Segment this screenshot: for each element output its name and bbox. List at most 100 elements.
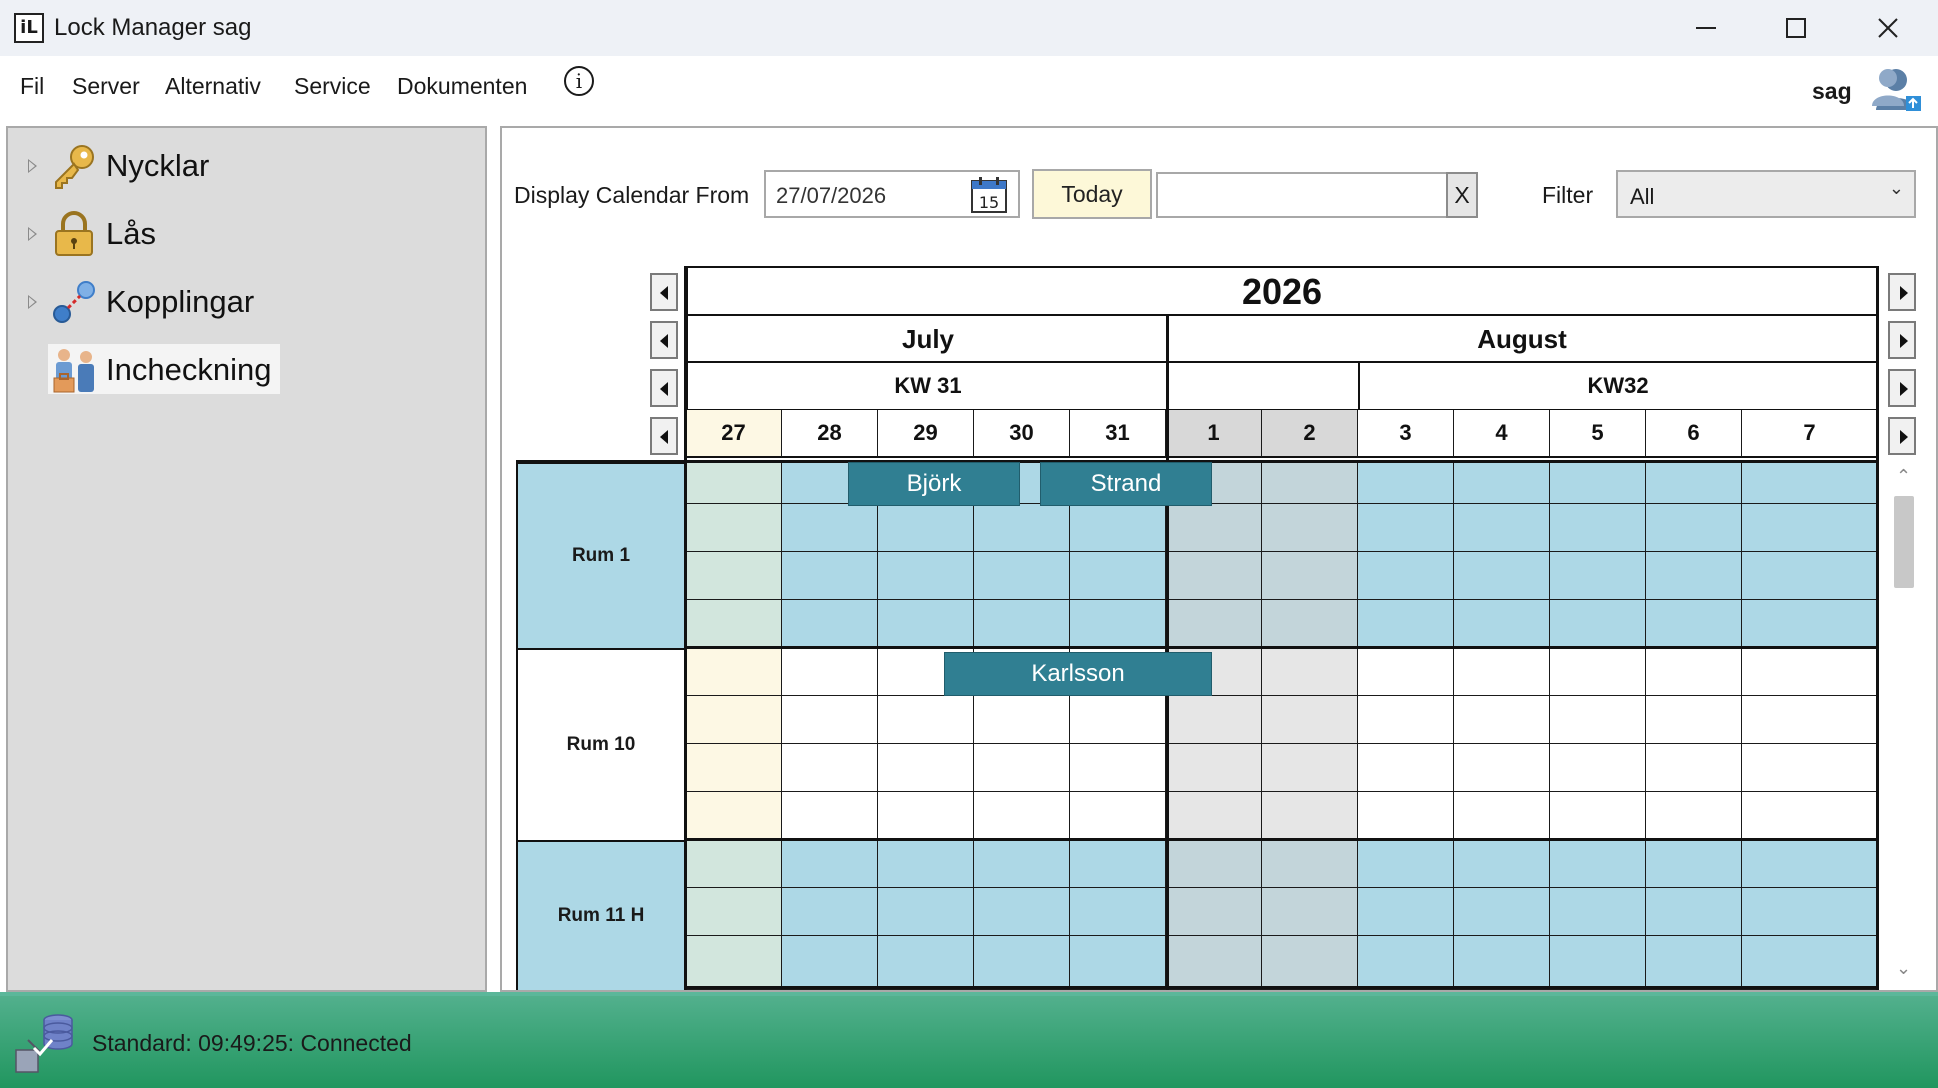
calendar-cell[interactable] (1262, 696, 1358, 744)
calendar-cell[interactable] (1358, 504, 1454, 552)
calendar-cell[interactable] (1742, 504, 1878, 552)
calendar-cell[interactable] (1070, 552, 1166, 600)
calendar-cell[interactable] (1166, 792, 1262, 840)
calendar-cell[interactable] (1454, 648, 1550, 696)
day-next-button[interactable] (1888, 417, 1916, 455)
calendar-cell[interactable] (1550, 462, 1646, 504)
calendar-cell[interactable] (782, 744, 878, 792)
info-icon[interactable]: i (564, 66, 594, 96)
calendar-cell[interactable] (1358, 600, 1454, 648)
calendar-cell[interactable] (1454, 504, 1550, 552)
calendar-cell[interactable] (1550, 648, 1646, 696)
calendar-cell[interactable] (1742, 552, 1878, 600)
calendar-cell[interactable] (1262, 648, 1358, 696)
calendar-cell[interactable] (1070, 600, 1166, 648)
calendar-cell[interactable] (1742, 462, 1878, 504)
calendar-cell[interactable] (974, 552, 1070, 600)
calendar-cell[interactable] (1070, 792, 1166, 840)
date-value[interactable]: 27/07/2026 (776, 183, 886, 209)
calendar-cell[interactable] (1070, 936, 1166, 990)
calendar-cell[interactable] (686, 744, 782, 792)
calendar-cell[interactable] (878, 552, 974, 600)
calendar-cell[interactable] (878, 504, 974, 552)
calendar-cell[interactable] (1262, 888, 1358, 936)
menu-server[interactable]: Server (68, 71, 144, 102)
calendar-cell[interactable] (686, 792, 782, 840)
calendar-cell[interactable] (1646, 648, 1742, 696)
calendar-cell[interactable] (878, 792, 974, 840)
close-button[interactable] (1842, 0, 1934, 56)
year-next-button[interactable] (1888, 273, 1916, 311)
calendar-cell[interactable] (1742, 888, 1878, 936)
calendar-cell[interactable] (974, 792, 1070, 840)
booking-bjork[interactable]: Björk (848, 462, 1020, 506)
calendar-cell[interactable] (1454, 792, 1550, 840)
scroll-down-icon[interactable]: ⌄ (1896, 958, 1911, 979)
calendar-cell[interactable] (1550, 888, 1646, 936)
expand-arrow-icon[interactable] (28, 159, 37, 173)
calendar-cell[interactable] (1262, 840, 1358, 888)
booking-strand[interactable]: Strand (1040, 462, 1212, 506)
calendar-cell[interactable] (1550, 504, 1646, 552)
calendar-cell[interactable] (1646, 696, 1742, 744)
calendar-cell[interactable] (1454, 936, 1550, 990)
calendar-cell[interactable] (686, 600, 782, 648)
calendar-cell[interactable] (1166, 888, 1262, 936)
minimize-button[interactable] (1660, 0, 1752, 56)
calendar-cell[interactable] (1262, 504, 1358, 552)
calendar-cell[interactable] (974, 936, 1070, 990)
calendar-cell[interactable] (1550, 696, 1646, 744)
calendar-cell[interactable] (878, 888, 974, 936)
calendar-cell[interactable] (1742, 792, 1878, 840)
clear-search-button[interactable]: X (1446, 172, 1478, 218)
tree-item-nycklar[interactable]: Nycklar (8, 138, 478, 194)
calendar-cell[interactable] (1454, 888, 1550, 936)
calendar-cell[interactable] (878, 696, 974, 744)
month-prev-button[interactable] (650, 321, 678, 359)
tree-item-las[interactable]: Lås (8, 206, 478, 262)
calendar-cell[interactable] (686, 936, 782, 990)
calendar-cell[interactable] (1550, 936, 1646, 990)
calendar-cell[interactable] (1070, 696, 1166, 744)
calendar-cell[interactable] (1358, 552, 1454, 600)
scroll-up-icon[interactable]: ⌃ (1896, 466, 1911, 487)
calendar-cell[interactable] (1262, 462, 1358, 504)
calendar-cell[interactable] (782, 936, 878, 990)
calendar-icon[interactable]: 15 (970, 176, 1008, 214)
tree-item-kopplingar[interactable]: Kopplingar (8, 274, 478, 330)
calendar-cell[interactable] (1166, 744, 1262, 792)
calendar-cell[interactable] (1070, 504, 1166, 552)
expand-arrow-icon[interactable] (28, 227, 37, 241)
calendar-cell[interactable] (1358, 744, 1454, 792)
calendar-cell[interactable] (782, 888, 878, 936)
calendar-cell[interactable] (974, 696, 1070, 744)
month-next-button[interactable] (1888, 321, 1916, 359)
booking-karlsson[interactable]: Karlsson (944, 652, 1212, 696)
calendar-cell[interactable] (1358, 462, 1454, 504)
calendar-cell[interactable] (1262, 600, 1358, 648)
room-label-rum-1[interactable]: Rum 1 (516, 462, 686, 650)
calendar-cell[interactable] (878, 600, 974, 648)
calendar-cell[interactable] (1550, 840, 1646, 888)
menu-alternativ[interactable]: Alternativ (161, 71, 265, 102)
calendar-cell[interactable] (1646, 600, 1742, 648)
calendar-cell[interactable] (1646, 888, 1742, 936)
maximize-button[interactable] (1750, 0, 1842, 56)
today-button[interactable]: Today (1032, 169, 1152, 219)
calendar-cell[interactable] (1166, 552, 1262, 600)
year-prev-button[interactable] (650, 273, 678, 311)
calendar-cell[interactable] (1070, 744, 1166, 792)
tree-item-incheckning[interactable]: Incheckning (8, 342, 478, 398)
calendar-cell[interactable] (1646, 744, 1742, 792)
calendar-cell[interactable] (1262, 936, 1358, 990)
calendar-cell[interactable] (974, 504, 1070, 552)
calendar-cell[interactable] (686, 696, 782, 744)
calendar-cell[interactable] (1646, 792, 1742, 840)
calendar-cell[interactable] (782, 504, 878, 552)
calendar-cell[interactable] (1646, 552, 1742, 600)
calendar-cell[interactable] (1742, 936, 1878, 990)
user-icon[interactable] (1870, 66, 1922, 112)
calendar-cell[interactable] (782, 600, 878, 648)
calendar-cell[interactable] (1550, 744, 1646, 792)
calendar-cell[interactable] (1166, 504, 1262, 552)
